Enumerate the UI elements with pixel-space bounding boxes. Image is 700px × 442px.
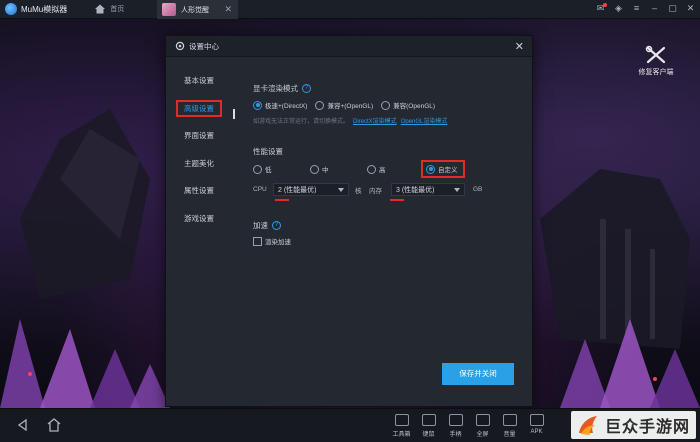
home-nav-icon[interactable] (45, 417, 63, 433)
radio-low-label: 低 (265, 167, 272, 174)
sidebar-item-theme[interactable]: 主题美化 (166, 150, 236, 178)
close-icon[interactable]: ✕ (685, 3, 696, 14)
watermark: 巨众手游网 (570, 411, 696, 439)
gamepad-button[interactable]: 手柄 (442, 412, 469, 438)
radio-medium-label: 中 (322, 167, 329, 174)
cpu-select[interactable]: 2 (性能最优) (273, 183, 349, 196)
fullscreen-button[interactable]: 全屏 (469, 412, 496, 438)
keyboard-icon (421, 414, 436, 426)
dialog-close-icon[interactable]: ✕ (515, 40, 524, 53)
settings-dialog: 设置中心 ✕ 基本设置 高级设置 界面设置 主题美化 属性设置 游戏设置 显卡渲… (165, 35, 533, 407)
repair-client-button[interactable]: 修复客户端 (626, 45, 686, 77)
render-accel-label: 渲染加速 (265, 239, 291, 246)
tab-game-label: 人形觉醒 (181, 6, 209, 14)
render-mode-title: 显卡渲染模式 (253, 84, 298, 93)
memory-select[interactable]: 3 (性能最优) (391, 183, 465, 196)
game-thumbnail (162, 3, 176, 16)
radio-custom[interactable] (426, 164, 435, 174)
tab-close-icon[interactable]: ✕ (224, 4, 232, 15)
radio-directx-label: 极速+(DirectX) (265, 103, 308, 110)
chevron-down-icon (454, 188, 460, 192)
settings-content: 显卡渲染模式 ? 极速+(DirectX) 兼容+(OpenGL) 兼容(Ope… (253, 57, 528, 246)
toolbox-icon (394, 414, 409, 426)
nav-divider (233, 109, 235, 119)
radio-high[interactable] (367, 164, 376, 174)
radio-low[interactable] (253, 164, 262, 174)
back-icon[interactable] (14, 417, 32, 433)
sidebar-item-game[interactable]: 游戏设置 (166, 205, 236, 233)
radio-opengl-plus-label: 兼容+(OpenGL) (327, 103, 374, 110)
radio-opengl-plus[interactable] (315, 100, 325, 110)
render-mode-section: 显卡渲染模式 ? (253, 83, 528, 94)
wrench-icon (645, 45, 666, 64)
watermark-logo-icon (578, 416, 597, 435)
radio-custom-label: 自定义 (438, 167, 458, 174)
render-accel-checkbox[interactable] (253, 236, 262, 246)
sidebar-item-advanced[interactable]: 高级设置 (166, 95, 236, 123)
dialog-header: 设置中心 ✕ (166, 36, 532, 57)
app-logo-icon (5, 3, 17, 15)
memory-unit: GB (473, 186, 483, 193)
save-and-close-button[interactable]: 保存并关闭 (442, 363, 514, 385)
memory-annotation-underline (390, 199, 404, 201)
sidebar-item-properties[interactable]: 属性设置 (166, 177, 236, 205)
mail-icon[interactable]: ✉ (595, 3, 607, 14)
apk-button[interactable]: APK (523, 412, 550, 438)
gamepad-icon (448, 414, 463, 426)
menu-icon[interactable]: ≡ (631, 3, 642, 14)
render-mode-hint: 如游戏无法正常运行，请切换模式。 DirectX渲染模式 OpenGL渲染模式 (253, 116, 528, 125)
sidebar-item-interface[interactable]: 界面设置 (166, 122, 236, 150)
cpu-label: CPU (253, 186, 267, 193)
radio-medium[interactable] (310, 164, 319, 174)
volume-icon (502, 414, 517, 426)
bottom-toolbar: 工具箱 键鼠 手柄 全屏 音量 APK 巨众手游网 (0, 408, 700, 442)
title-bar: MuMu模拟器 首页 人形觉醒 ✕ ✉ ◈ ≡ – ▢ ✕ (0, 0, 700, 19)
tab-game[interactable]: 人形觉醒 ✕ (157, 0, 238, 19)
help-icon[interactable]: ? (272, 221, 281, 230)
performance-title: 性能设置 (253, 147, 283, 156)
minimize-icon[interactable]: – (649, 3, 660, 14)
directx-link[interactable]: DirectX渲染模式 (353, 116, 397, 125)
skin-icon[interactable]: ◈ (613, 3, 624, 14)
cpu-unit: 核 (355, 187, 362, 195)
performance-options: 低 中 高 自定义 (253, 160, 528, 178)
window-controls: ✉ ◈ ≡ – ▢ ✕ (595, 3, 696, 14)
radio-opengl-label: 兼容(OpenGL) (393, 103, 436, 110)
custom-option-highlight: 自定义 (421, 160, 465, 178)
hardware-row: CPU 2 (性能最优) 核 内存 3 (性能最优) GB (253, 183, 528, 201)
sidebar-item-basic[interactable]: 基本设置 (166, 67, 236, 95)
accel-row: 渲染加速 (253, 236, 528, 246)
radio-directx[interactable] (253, 100, 262, 110)
chevron-down-icon (338, 188, 344, 192)
performance-section: 性能设置 (253, 146, 528, 157)
toolbar-tools: 工具箱 键鼠 手柄 全屏 音量 APK (388, 412, 550, 438)
toolbox-button[interactable]: 工具箱 (388, 412, 415, 438)
cpu-annotation-underline (275, 199, 289, 201)
fullscreen-icon (475, 414, 490, 426)
dialog-title: 设置中心 (189, 41, 219, 51)
keyboard-mouse-button[interactable]: 键鼠 (415, 412, 442, 438)
home-icon[interactable] (93, 2, 107, 16)
help-icon[interactable]: ? (302, 84, 311, 93)
app-title: MuMu模拟器 (21, 4, 68, 14)
radio-opengl[interactable] (381, 100, 391, 110)
maximize-icon[interactable]: ▢ (667, 3, 678, 14)
render-mode-options: 极速+(DirectX) 兼容+(OpenGL) 兼容(OpenGL) (253, 100, 528, 110)
settings-sidebar: 基本设置 高级设置 界面设置 主题美化 属性设置 游戏设置 (166, 57, 236, 407)
radio-high-label: 高 (379, 167, 386, 174)
gear-icon (175, 41, 185, 51)
watermark-text: 巨众手游网 (604, 417, 690, 436)
memory-label: 内存 (369, 187, 382, 195)
volume-button[interactable]: 音量 (496, 412, 523, 438)
repair-client-label: 修复客户端 (638, 69, 674, 76)
opengl-link[interactable]: OpenGL渲染模式 (401, 116, 448, 125)
accel-title: 加速 (253, 221, 268, 230)
accel-section: 加速 ? (253, 220, 528, 231)
home-tab-label[interactable]: 首页 (110, 4, 124, 14)
apk-icon (529, 414, 544, 426)
